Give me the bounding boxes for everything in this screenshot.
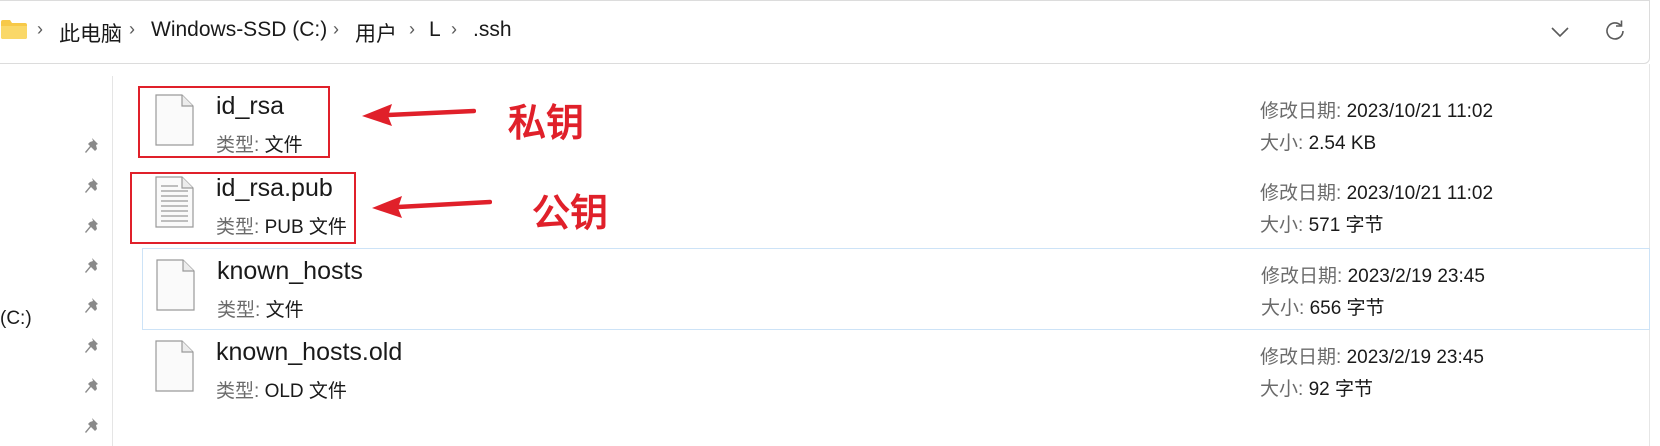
pin-icon[interactable] xyxy=(84,336,104,356)
arrow-left-icon xyxy=(362,104,476,126)
pin-icon[interactable] xyxy=(84,176,104,196)
file-explorer-window: › 此电脑 › Windows-SSD (C:) › 用户 › L › .ssh… xyxy=(0,0,1660,446)
public-key-highlight-box xyxy=(130,172,356,244)
breadcrumb-user-l[interactable]: L xyxy=(429,18,441,42)
modified-date: 修改日期: 2023/10/21 11:02 xyxy=(1260,101,1494,122)
private-key-highlight-box xyxy=(138,86,330,158)
breadcrumb-separator: › xyxy=(451,19,457,39)
file-name: known_hosts.old xyxy=(216,338,403,366)
pin-icon[interactable] xyxy=(84,216,104,236)
pin-icon[interactable] xyxy=(84,416,104,436)
pane-divider[interactable] xyxy=(112,76,113,446)
modified-date: 修改日期: 2023/2/19 23:45 xyxy=(1260,347,1484,368)
pin-icon[interactable] xyxy=(84,136,104,156)
breadcrumb-ssh[interactable]: .ssh xyxy=(473,18,512,42)
file-size: 大小: 571 字节 xyxy=(1260,215,1384,236)
breadcrumb-separator: › xyxy=(129,19,135,39)
sidebar-item-drive[interactable]: (C:) xyxy=(0,308,32,330)
file-size: 大小: 92 字节 xyxy=(1260,379,1373,400)
blank-file-icon xyxy=(156,259,195,311)
breadcrumb-this-pc[interactable]: 此电脑 xyxy=(59,18,122,48)
file-size: 大小: 656 字节 xyxy=(1261,298,1385,319)
file-name: known_hosts xyxy=(217,257,363,285)
private-key-label: 私钥 xyxy=(508,101,585,145)
arrow-left-icon xyxy=(372,196,492,218)
pin-icon[interactable] xyxy=(84,296,104,316)
list-item[interactable]: known_hosts 类型: 文件 修改日期: 2023/2/19 23:45… xyxy=(142,248,1650,330)
list-item[interactable]: known_hosts.old 类型: OLD 文件 修改日期: 2023/2/… xyxy=(142,330,1650,412)
file-size: 大小: 2.54 KB xyxy=(1260,133,1377,154)
modified-date: 修改日期: 2023/2/19 23:45 xyxy=(1261,266,1485,287)
breadcrumb-users[interactable]: 用户 xyxy=(355,18,397,48)
modified-date: 修改日期: 2023/10/21 11:02 xyxy=(1260,183,1494,204)
blank-file-icon xyxy=(155,340,194,392)
address-bar[interactable]: › 此电脑 › Windows-SSD (C:) › 用户 › L › .ssh xyxy=(0,0,1650,64)
breadcrumb-separator: › xyxy=(37,19,43,39)
chevron-down-icon[interactable] xyxy=(1547,19,1573,45)
pin-icon[interactable] xyxy=(84,376,104,396)
breadcrumb-separator: › xyxy=(409,19,415,39)
breadcrumb-separator: › xyxy=(333,19,339,39)
file-type: 类型: 文件 xyxy=(217,300,304,321)
pin-icon[interactable] xyxy=(84,256,104,276)
refresh-icon[interactable] xyxy=(1601,17,1629,45)
public-key-label: 公钥 xyxy=(532,191,609,235)
folder-icon xyxy=(1,20,27,39)
breadcrumb-drive[interactable]: Windows-SSD (C:) xyxy=(151,18,327,42)
file-type: 类型: OLD 文件 xyxy=(216,381,347,402)
